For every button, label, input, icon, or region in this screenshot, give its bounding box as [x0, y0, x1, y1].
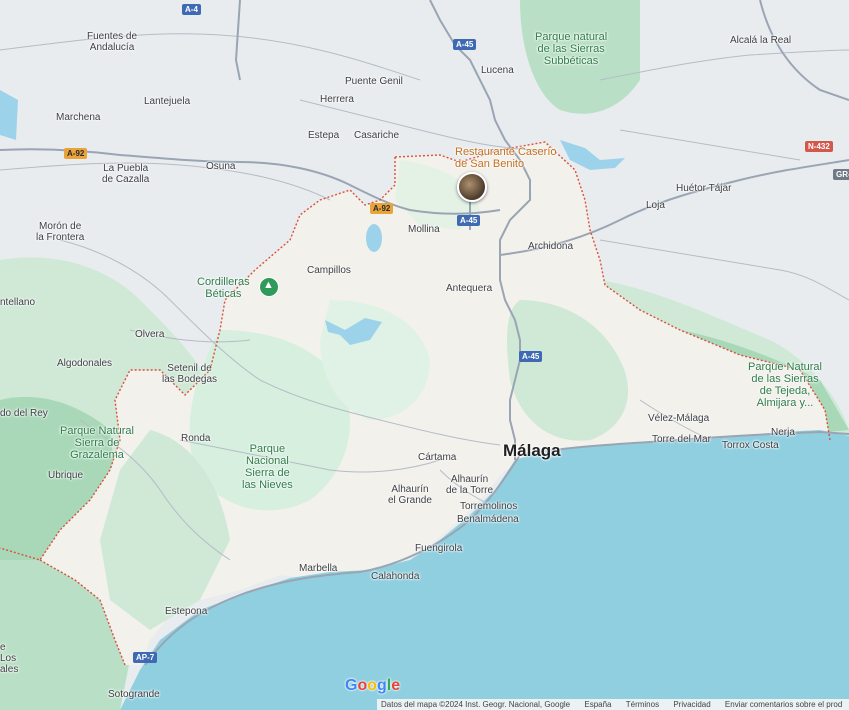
- city-label-torre-del-mar[interactable]: Torre del Mar: [652, 434, 711, 445]
- city-label-lantejuela[interactable]: Lantejuela: [144, 96, 190, 107]
- google-logo-letter: g: [377, 677, 387, 694]
- city-label-estepona[interactable]: Estepona: [165, 606, 207, 617]
- laguna-fuente-piedra: [366, 224, 382, 252]
- city-label-herrera[interactable]: Herrera: [320, 94, 354, 105]
- feedback-link[interactable]: Enviar comentarios sobre el prod: [725, 700, 842, 709]
- city-label-sotogrande[interactable]: Sotogrande: [108, 689, 160, 700]
- city-label-fuentes[interactable]: Fuentes de Andalucía: [87, 31, 137, 53]
- city-label-benalmadena[interactable]: Benalmádena: [457, 514, 519, 525]
- city-label-mollina[interactable]: Mollina: [408, 224, 440, 235]
- city-label-setenil[interactable]: Setenil de las Bodegas: [162, 363, 217, 385]
- city-label-ronda[interactable]: Ronda: [181, 433, 210, 444]
- city-label-casariche[interactable]: Casariche: [354, 130, 399, 141]
- privacy-link[interactable]: Privacidad: [673, 700, 710, 709]
- map-attribution: Datos del mapa ©2024 Inst. Geogr. Nacion…: [381, 700, 571, 709]
- mountain-icon: ▲: [263, 279, 274, 291]
- map-footer: Datos del mapa ©2024 Inst. Geogr. Nacion…: [377, 699, 849, 710]
- country-link[interactable]: España: [584, 700, 611, 709]
- city-label-estepa[interactable]: Estepa: [308, 130, 339, 141]
- road-shield-a4: A-4: [182, 4, 201, 15]
- city-label-ubrique[interactable]: Ubrique: [48, 470, 83, 481]
- city-label-alhaurin-de-la-torre[interactable]: Alhaurín de la Torre: [446, 474, 493, 496]
- city-label-alcala-la-real[interactable]: Alcalá la Real: [730, 35, 791, 46]
- google-logo-letter: e: [391, 677, 401, 694]
- city-label-velez-malaga[interactable]: Vélez-Málaga: [648, 413, 709, 424]
- city-label-cartama[interactable]: Cártama: [418, 452, 456, 463]
- city-label-loja[interactable]: Loja: [646, 200, 665, 211]
- road-shield-a92-mid: A-92: [370, 203, 394, 214]
- road-shield-ap7: AP-7: [133, 652, 158, 663]
- city-label-lucena[interactable]: Lucena: [481, 65, 514, 76]
- park-label-nieves[interactable]: Parque Nacional Sierra de las Nieves: [242, 443, 293, 491]
- poi-label-restaurante[interactable]: Restaurante Caserío de San Benito: [455, 146, 557, 170]
- google-logo-letter: o: [357, 677, 368, 694]
- city-label-olvera[interactable]: Olvera: [135, 329, 164, 340]
- road-shield-gr: GR-: [833, 169, 849, 180]
- city-label-puente-genil[interactable]: Puente Genil: [345, 76, 403, 87]
- park-label-grazalema[interactable]: Parque Natural Sierra de Grazalema: [60, 425, 134, 461]
- park-pin-icon[interactable]: ▲: [259, 277, 279, 297]
- city-label-torrox-costa[interactable]: Torrox Costa: [722, 440, 779, 451]
- city-label-alhaurin-el-grande[interactable]: Alhaurín el Grande: [388, 484, 432, 506]
- road-shield-a92-left: A-92: [64, 148, 88, 159]
- google-logo-letter: o: [367, 677, 378, 694]
- map-base-svg: [0, 0, 849, 710]
- terms-link[interactable]: Términos: [626, 700, 659, 709]
- city-label-campillos[interactable]: Campillos: [307, 265, 351, 276]
- city-label-huetor-tajar[interactable]: Huétor Tájar: [676, 183, 731, 194]
- park-label-cordilleras[interactable]: Cordilleras Béticas: [197, 276, 250, 300]
- city-label-torremolinos[interactable]: Torremolinos: [460, 501, 517, 512]
- city-label-antellano[interactable]: ntellano: [0, 297, 35, 308]
- city-label-antequera[interactable]: Antequera: [446, 283, 492, 294]
- road-shield-a45-top: A-45: [453, 39, 477, 50]
- city-label-moron[interactable]: Morón de la Frontera: [36, 221, 84, 243]
- city-label-algodonales[interactable]: Algodonales: [57, 358, 112, 369]
- city-label-la-puebla[interactable]: La Puebla de Cazalla: [102, 163, 149, 185]
- google-logo[interactable]: Google: [345, 677, 400, 695]
- city-label-rey[interactable]: do del Rey: [0, 408, 48, 419]
- park-label-subbeticas[interactable]: Parque natural de las Sierras Subbéticas: [535, 31, 607, 67]
- city-label-calahonda[interactable]: Calahonda: [371, 571, 419, 582]
- road-shield-n432: N-432: [805, 141, 833, 152]
- city-label-los[interactable]: e Los ales: [0, 642, 18, 675]
- city-label-marbella[interactable]: Marbella: [299, 563, 337, 574]
- city-label-fuengirola[interactable]: Fuengirola: [415, 543, 462, 554]
- city-label-nerja[interactable]: Nerja: [771, 427, 795, 438]
- map-canvas[interactable]: A-4 A-45 A-92 A-92 A-45 A-45 N-432 GR- A…: [0, 0, 849, 710]
- park-label-tejeda[interactable]: Parque Natural de las Sierras de Tejeda,…: [748, 361, 822, 409]
- restaurant-marker-icon[interactable]: [457, 172, 487, 202]
- city-label-osuna[interactable]: Osuna: [206, 161, 235, 172]
- city-label-archidona[interactable]: Archidona: [528, 241, 573, 252]
- road-shield-a45-mid: A-45: [457, 215, 481, 226]
- city-label-malaga[interactable]: Málaga: [503, 442, 561, 460]
- city-label-marchena[interactable]: Marchena: [56, 112, 100, 123]
- google-logo-letter: G: [345, 677, 358, 694]
- road-shield-a45-low: A-45: [519, 351, 543, 362]
